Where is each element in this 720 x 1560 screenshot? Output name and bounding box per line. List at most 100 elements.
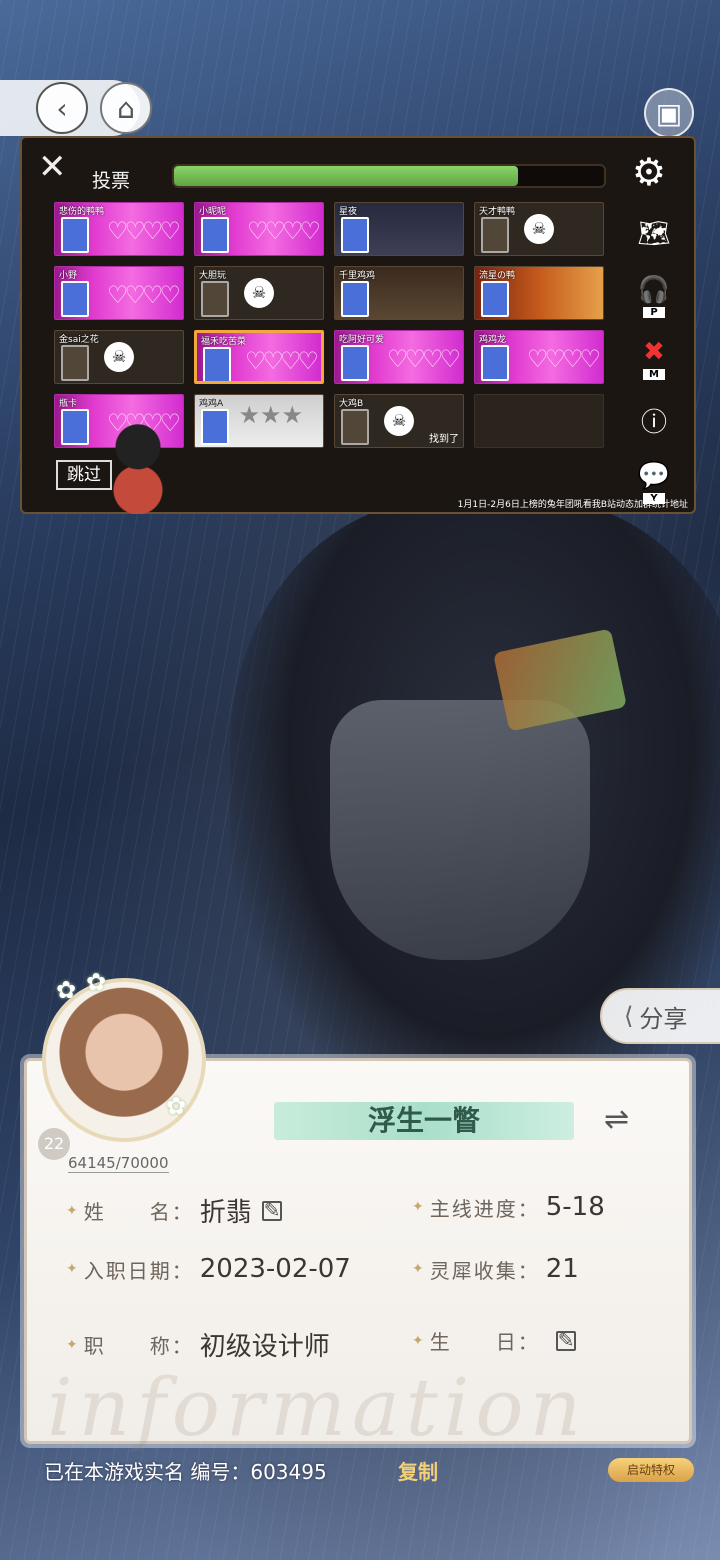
character-portrait [341,345,369,381]
found-label: 找到了 [429,434,459,445]
character-portrait [201,409,229,445]
character-portrait [61,217,89,253]
card-name: 金sai之花 [59,335,99,345]
swap-icon[interactable]: ⇌ [604,1102,629,1137]
collect-value: 21 [545,1254,579,1284]
collection-field: ✦ 灵犀收集： 21 [412,1254,579,1284]
job-title-field: ✦ 职 称： 初级设计师 [66,1326,330,1363]
vote-card[interactable]: 福禾吃苦菜 ♡♡♡♡ [194,330,324,384]
heart-icon: ♡♡♡♡ [246,217,321,245]
join-date-field: ✦ 入职日期： 2023-02-07 [66,1254,351,1284]
star-icon: ✦ [66,1261,78,1277]
card-name: 鸡鸡龙 [479,335,507,345]
star-icon: ✦ [412,1332,424,1349]
card-name: 吃阿好可爱 [339,335,385,345]
chat-icon: 💬 [637,460,671,491]
vote-card[interactable]: 星夜 [334,202,464,256]
star-icon: ✦ [66,1336,78,1353]
character-portrait [201,217,229,253]
mute-button[interactable]: ✖ M [630,332,678,384]
card-name: 流星の鸭 [479,271,516,281]
vote-card[interactable]: 天才鸭鸭✕☠ [474,202,604,256]
share-button[interactable]: ⟨ 分享 [600,988,720,1044]
edit-birthday-icon[interactable]: ✎ [555,1330,576,1351]
character-portrait [61,345,89,381]
gallery-button[interactable]: ▣ [644,88,694,138]
collect-label: 灵犀收集： [429,1258,540,1283]
vote-card[interactable]: 小野 ♡♡♡♡ [54,266,184,320]
character-portrait [481,217,509,253]
name-field: ✦ 姓 名： 折翡 ✎ [66,1192,282,1229]
skull-icon: ☠ [384,406,414,436]
vote-card [474,394,604,448]
copy-button[interactable]: 复制 [398,1456,438,1485]
game-overlay: ✕ 投票 ⚙ 🗺 🎧 P ✖ M ⓘ 💬 Y 悲伤的鸭鸭 ♡♡♡♡ 小昵呢 ♡♡♡♡ 星… [20,136,696,514]
vote-card[interactable]: 悲伤的鸭鸭 ♡♡♡♡ [54,202,184,256]
vote-card[interactable]: 大鸡B✕☠找到了 [334,394,464,448]
progress-value: 5-18 [545,1192,605,1222]
vote-card[interactable]: 小昵呢 ♡♡♡♡ [194,202,324,256]
vote-progress-bar [172,164,606,188]
progress-label: 主线进度： [429,1196,540,1221]
home-icon: ⌂ [117,91,135,125]
vote-card[interactable]: 鸡鸡A ★★★ [194,394,324,448]
birthday-label: 生 日： [429,1330,540,1354]
character-mask [330,700,590,960]
heart-icon: ♡♡♡♡ [526,345,601,373]
name-label: 姓 名： [83,1200,194,1224]
character-portrait [341,217,369,253]
edit-name-icon[interactable]: ✎ [261,1200,282,1221]
character-portrait [481,345,509,381]
character-portrait [201,281,229,317]
avatar[interactable]: ✿ ✿ ✿ [42,968,206,1142]
flower-icon: ✿ [56,976,77,1004]
flower-icon: ✿ [86,968,107,996]
gear-icon[interactable]: ⚙ [632,150,666,194]
map-icon[interactable]: 🗺 [630,208,678,260]
vote-card[interactable]: 千里鸡鸡 [334,266,464,320]
home-button[interactable]: ⌂ [100,82,152,134]
launch-privilege-button[interactable]: 启动特权 [608,1458,694,1482]
card-name: 福禾吃苦菜 [201,337,247,347]
vote-card[interactable]: 鸡鸡龙 ♡♡♡♡ [474,330,604,384]
character-portrait [61,281,89,317]
level-badge: 22 [38,1128,70,1160]
birthday-field: ✦ 生 日： ✎ [412,1326,576,1355]
flower-icon: ✿ [166,1092,187,1120]
star-icon: ★★★ [238,401,303,429]
mute-icon: ✖ [643,336,665,367]
card-name: 悲伤的鸭鸭 [59,207,105,217]
close-icon[interactable]: ✕ [38,150,67,184]
title-badge[interactable]: 浮生一瞥 [274,1102,574,1140]
headphones-button[interactable]: 🎧 P [630,270,678,322]
join-value: 2023-02-07 [199,1254,351,1284]
main-progress-field: ✦ 主线进度： 5-18 [412,1192,605,1222]
card-name: 小昵呢 [199,207,227,217]
job-label: 职 称： [83,1334,194,1358]
card-name: 鸡鸡A [199,399,224,409]
character-portrait [61,409,89,445]
verified-id-text: 已在本游戏实名 编号：603495 [44,1460,327,1484]
share-label: 分享 [639,1004,688,1033]
vote-card[interactable]: 流星の鸭 [474,266,604,320]
game-title: 投票 [92,170,131,192]
heart-icon: ♡♡♡♡ [244,347,319,375]
vote-card[interactable]: 吃阿好可爱 ♡♡♡♡ [334,330,464,384]
character-portrait [481,281,509,317]
card-name: 瓶卡 [59,399,78,409]
skip-button[interactable]: 跳过 [56,460,112,490]
join-label: 入职日期： [83,1258,194,1283]
card-name: 小野 [59,271,78,281]
star-icon: ✦ [412,1261,424,1277]
back-button[interactable]: ‹ [36,82,88,134]
card-name: 天才鸭鸭 [479,207,516,217]
information-watermark: information [47,1361,588,1454]
share-icon: ⟨ [624,1002,634,1030]
vote-card[interactable]: 金sai之花✕☠ [54,330,184,384]
heart-icon: ♡♡♡♡ [106,217,181,245]
heart-icon: ♡♡♡♡ [106,281,181,309]
info-icon[interactable]: ⓘ [630,394,678,446]
vote-card[interactable]: 大胆玩✕☠ [194,266,324,320]
game-footer-text: 1月1日-2月6日上榜的兔年团吼看我B站动态加群统计地址 [457,500,688,510]
hotkey-label: P [643,306,665,318]
